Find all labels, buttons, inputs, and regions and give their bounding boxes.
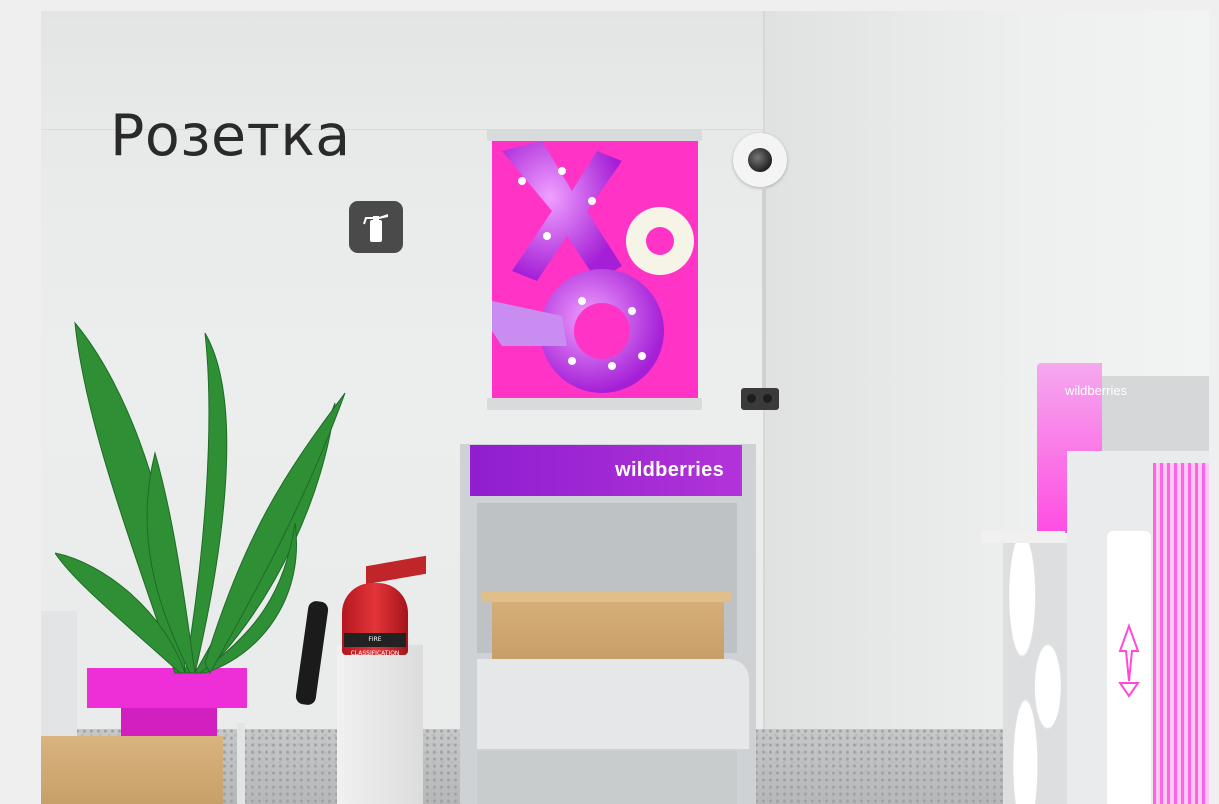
- cardboard-box-flap: [481, 592, 731, 602]
- stand-shelf: [477, 659, 749, 749]
- outlet-annotation-label: Розетка: [110, 103, 351, 169]
- security-camera-icon: [733, 133, 787, 187]
- extinguisher-valve: [366, 555, 426, 585]
- stand-brand-panel: wildberries: [470, 445, 742, 496]
- stand-brand-text: wildberries: [615, 459, 724, 481]
- power-outlet-icon: [741, 388, 779, 410]
- fire-extinguisher-icon: [363, 214, 388, 242]
- stand-lower: [477, 751, 737, 804]
- cardboard-box-stand: [492, 592, 724, 664]
- promo-poster: [492, 141, 698, 399]
- counter-top: [981, 531, 1065, 543]
- recycle-icon: [1118, 623, 1140, 698]
- poster-rail-bottom: [487, 398, 702, 410]
- poster-rail-top: [487, 129, 702, 141]
- cardboard-box-floor: [41, 736, 223, 804]
- kiosk-brand-text: wildberries: [1065, 383, 1128, 398]
- fire-extinguisher-sign-marker[interactable]: [349, 201, 403, 253]
- floor-rail: [237, 723, 245, 804]
- counter-body: [1003, 543, 1067, 804]
- wall-conduit: [762, 187, 766, 397]
- counter-striped-panel: [1153, 463, 1209, 804]
- potted-plant: [55, 321, 346, 675]
